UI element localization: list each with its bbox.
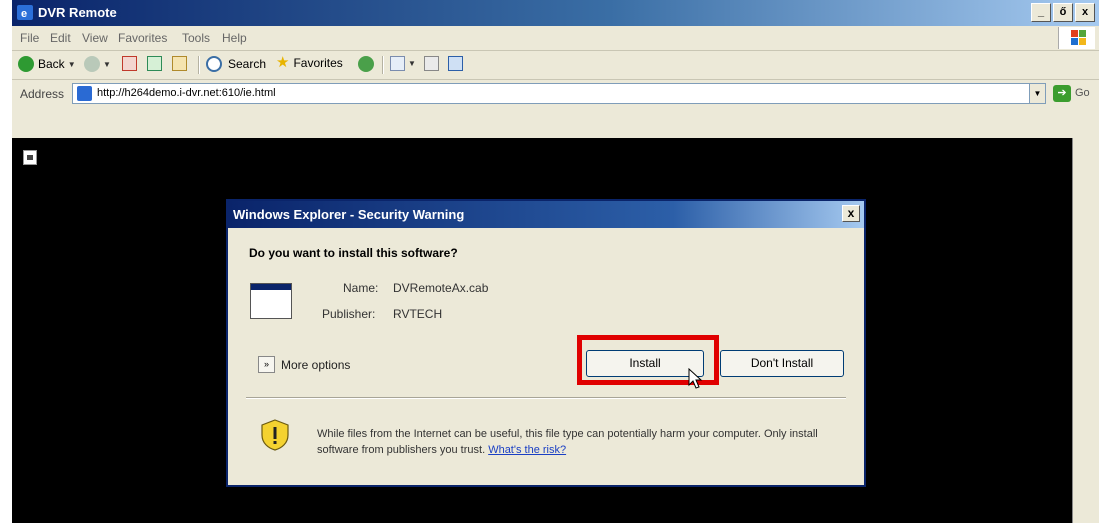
toolbar: Back ▼ ▼ Search ★ Favorites ▼ (12, 51, 1099, 80)
chevron-down-icon: » (258, 356, 275, 373)
search-label: Search (228, 57, 267, 71)
edit-icon (448, 56, 463, 71)
mail-button[interactable]: ▼ (390, 56, 416, 71)
address-bar: Address http://h264demo.i-dvr.net:610/ie… (12, 80, 1099, 108)
dialog-close-button[interactable]: x (842, 205, 860, 222)
search-button[interactable]: Search (206, 56, 266, 72)
broken-image-icon (23, 150, 37, 165)
warning-message: While files from the Internet can be use… (317, 426, 847, 458)
minimize-button[interactable]: _ (1031, 3, 1051, 22)
svg-text:e: e (21, 8, 27, 20)
shield-warning-icon (261, 419, 289, 451)
edit-button[interactable] (448, 56, 463, 71)
favorites-label: Favorites (293, 56, 343, 70)
history-icon (358, 56, 374, 72)
vertical-scrollbar[interactable] (1072, 138, 1099, 523)
favorites-button[interactable]: ★ Favorites (276, 54, 343, 71)
home-icon (172, 56, 187, 71)
dialog-title-bar: Windows Explorer - Security Warning x (228, 201, 864, 228)
back-label: Back (38, 57, 65, 71)
refresh-icon (147, 56, 162, 71)
software-icon (250, 283, 292, 319)
publisher-value: RVTECH (393, 307, 443, 321)
back-icon (18, 56, 34, 72)
back-button[interactable]: Back ▼ (18, 56, 76, 72)
chevron-down-icon: ▼ (408, 59, 416, 68)
mouse-cursor-icon (688, 368, 703, 389)
dont-install-button[interactable]: Don't Install (720, 350, 844, 377)
history-button[interactable] (358, 56, 374, 72)
publisher-label: Publisher: (322, 307, 376, 321)
menu-help[interactable]: Help (222, 31, 247, 45)
stop-icon (122, 56, 137, 71)
page-icon (77, 86, 92, 101)
go-button[interactable]: Go (1075, 87, 1090, 99)
forward-icon (84, 56, 100, 72)
close-button[interactable]: x (1075, 3, 1095, 22)
name-label: Name: (343, 281, 379, 295)
more-options-label: More options (281, 357, 351, 372)
menu-file[interactable]: File (20, 31, 39, 45)
print-icon (424, 56, 439, 71)
menu-view[interactable]: View (82, 31, 108, 45)
menu-edit[interactable]: Edit (50, 31, 71, 45)
print-button[interactable] (424, 56, 439, 71)
chevron-down-icon: ▼ (103, 59, 111, 69)
window-title: DVR Remote (38, 5, 117, 20)
search-icon (206, 56, 222, 72)
title-bar: e DVR Remote _ ő x (12, 0, 1099, 26)
risk-link[interactable]: What's the risk? (488, 444, 566, 456)
address-input[interactable]: http://h264demo.i-dvr.net:610/ie.html (72, 83, 1030, 104)
dialog-title: Windows Explorer - Security Warning (233, 207, 465, 222)
address-label: Address (20, 87, 65, 101)
stop-button[interactable] (122, 56, 137, 71)
warning-text: While files from the Internet can be use… (317, 428, 818, 456)
menu-tools[interactable]: Tools (182, 31, 210, 45)
favorites-star-icon: ★ (276, 54, 290, 71)
go-arrow-icon[interactable]: ➔ (1053, 85, 1071, 102)
chevron-down-icon: ▼ (67, 59, 76, 69)
windows-flag-icon (1058, 27, 1095, 49)
more-options-toggle[interactable]: » More options (258, 356, 350, 373)
dialog-divider (246, 397, 846, 399)
menu-bar: File Edit View Favorites Tools Help (12, 26, 1099, 51)
address-url: http://h264demo.i-dvr.net:610/ie.html (97, 87, 276, 99)
ie-icon: e (17, 5, 33, 20)
mail-icon (390, 56, 405, 71)
refresh-button[interactable] (147, 56, 162, 71)
menu-favorites[interactable]: Favorites (118, 31, 167, 45)
dialog-question: Do you want to install this software? (249, 246, 458, 260)
restore-button[interactable]: ő (1053, 3, 1073, 22)
address-dropdown-button[interactable]: ▼ (1029, 83, 1046, 104)
security-warning-dialog: Windows Explorer - Security Warning x Do… (226, 199, 866, 487)
forward-button[interactable]: ▼ (84, 56, 111, 72)
home-button[interactable] (172, 56, 187, 71)
name-value: DVRemoteAx.cab (393, 281, 489, 295)
